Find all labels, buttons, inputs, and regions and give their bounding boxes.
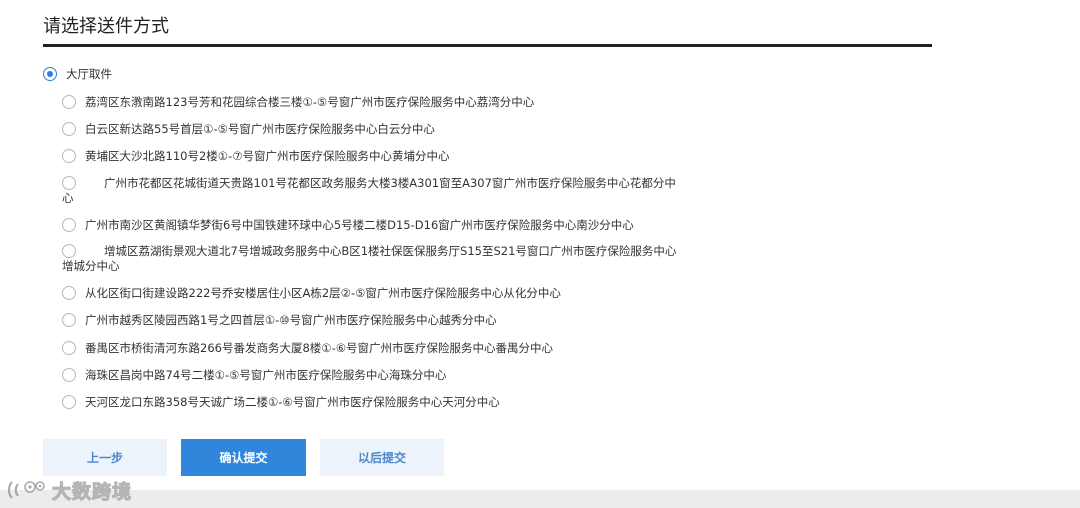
delivery-option-hall-pickup[interactable]: 大厅取件 — [43, 67, 683, 82]
radio-button[interactable] — [62, 176, 76, 190]
page: 请选择送件方式 大厅取件 荔湾区东漖南路123号芳和花园综合楼三楼①-⑤号窗广州… — [0, 0, 1080, 508]
delivery-option-panyu[interactable]: 番禺区市桥街清河东路266号番发商务大厦8楼①-⑥号窗广州市医疗保险服务中心番禺… — [43, 341, 683, 356]
submit-later-button[interactable]: 以后提交 — [320, 439, 444, 476]
delivery-option-huadu[interactable]: 广州市花都区花城街道天贵路101号花都区政务服务大楼3楼A301窗至A307窗广… — [43, 176, 683, 206]
radio-button[interactable] — [62, 149, 76, 163]
delivery-option-conghua[interactable]: 从化区街口街建设路222号乔安楼居住小区A栋2层②-⑤窗广州市医疗保险服务中心从… — [43, 286, 683, 301]
radio-button[interactable] — [62, 395, 76, 409]
delivery-option-haizhu[interactable]: 海珠区昌岗中路74号二楼①-⑤号窗广州市医疗保险服务中心海珠分中心 — [43, 368, 683, 383]
option-label: 番禺区市桥街清河东路266号番发商务大厦8楼①-⑥号窗广州市医疗保险服务中心番禺… — [85, 341, 554, 355]
watermark-text: 大数跨境 — [51, 480, 133, 503]
delivery-option-baiyun[interactable]: 白云区新达路55号首层①-⑤号窗广州市医疗保险服务中心白云分中心 — [43, 122, 683, 137]
delivery-option-yuexiu[interactable]: 广州市越秀区陵园西路1号之四首层①-⑩号窗广州市医疗保险服务中心越秀分中心 — [43, 313, 683, 328]
radio-button-selected[interactable] — [43, 67, 57, 81]
option-label: 增城区荔湖街景观大道北7号增城政务服务中心B区1楼社保医保服务厅S15至S21号… — [62, 244, 677, 273]
watermark-logo-icon — [7, 481, 45, 499]
radio-button[interactable] — [62, 341, 76, 355]
radio-button[interactable] — [62, 95, 76, 109]
radio-button[interactable] — [62, 368, 76, 382]
confirm-submit-button[interactable]: 确认提交 — [181, 439, 306, 476]
title-divider — [43, 44, 932, 47]
option-label: 白云区新达路55号首层①-⑤号窗广州市医疗保险服务中心白云分中心 — [85, 122, 435, 136]
option-label: 大厅取件 — [66, 67, 112, 81]
delivery-option-zengcheng[interactable]: 增城区荔湖街景观大道北7号增城政务服务中心B区1楼社保医保服务厅S15至S21号… — [43, 244, 683, 274]
option-label: 广州市南沙区黄阁镇华梦街6号中国铁建环球中心5号楼二楼D15-D16窗广州市医疗… — [85, 218, 634, 232]
delivery-option-huangpu[interactable]: 黄埔区大沙北路110号2楼①-⑦号窗广州市医疗保险服务中心黄埔分中心 — [43, 149, 683, 164]
delivery-option-nansha[interactable]: 广州市南沙区黄阁镇华梦街6号中国铁建环球中心5号楼二楼D15-D16窗广州市医疗… — [43, 218, 683, 233]
option-label: 从化区街口街建设路222号乔安楼居住小区A栋2层②-⑤窗广州市医疗保险服务中心从… — [85, 286, 561, 300]
delivery-option-liwan[interactable]: 荔湾区东漖南路123号芳和花园综合楼三楼①-⑤号窗广州市医疗保险服务中心荔湾分中… — [43, 95, 683, 110]
option-label: 广州市越秀区陵园西路1号之四首层①-⑩号窗广州市医疗保险服务中心越秀分中心 — [85, 313, 497, 327]
radio-button[interactable] — [62, 244, 76, 258]
radio-button[interactable] — [62, 313, 76, 327]
watermark: 大数跨境 — [6, 476, 132, 504]
option-label: 黄埔区大沙北路110号2楼①-⑦号窗广州市医疗保险服务中心黄埔分中心 — [85, 149, 450, 163]
option-label: 海珠区昌岗中路74号二楼①-⑤号窗广州市医疗保险服务中心海珠分中心 — [85, 368, 447, 382]
radio-button[interactable] — [62, 286, 76, 300]
option-label: 天河区龙口东路358号天诚广场二楼①-⑥号窗广州市医疗保险服务中心天河分中心 — [85, 395, 500, 409]
page-title: 请选择送件方式 — [43, 16, 169, 37]
option-label: 广州市花都区花城街道天贵路101号花都区政务服务大楼3楼A301窗至A307窗广… — [62, 176, 676, 205]
option-label: 荔湾区东漖南路123号芳和花园综合楼三楼①-⑤号窗广州市医疗保险服务中心荔湾分中… — [85, 95, 535, 109]
radio-button[interactable] — [62, 122, 76, 136]
bottom-bar — [0, 490, 1080, 508]
delivery-option-tianhe[interactable]: 天河区龙口东路358号天诚广场二楼①-⑥号窗广州市医疗保险服务中心天河分中心 — [43, 395, 683, 410]
radio-button[interactable] — [62, 218, 76, 232]
previous-step-button[interactable]: 上一步 — [43, 439, 167, 476]
